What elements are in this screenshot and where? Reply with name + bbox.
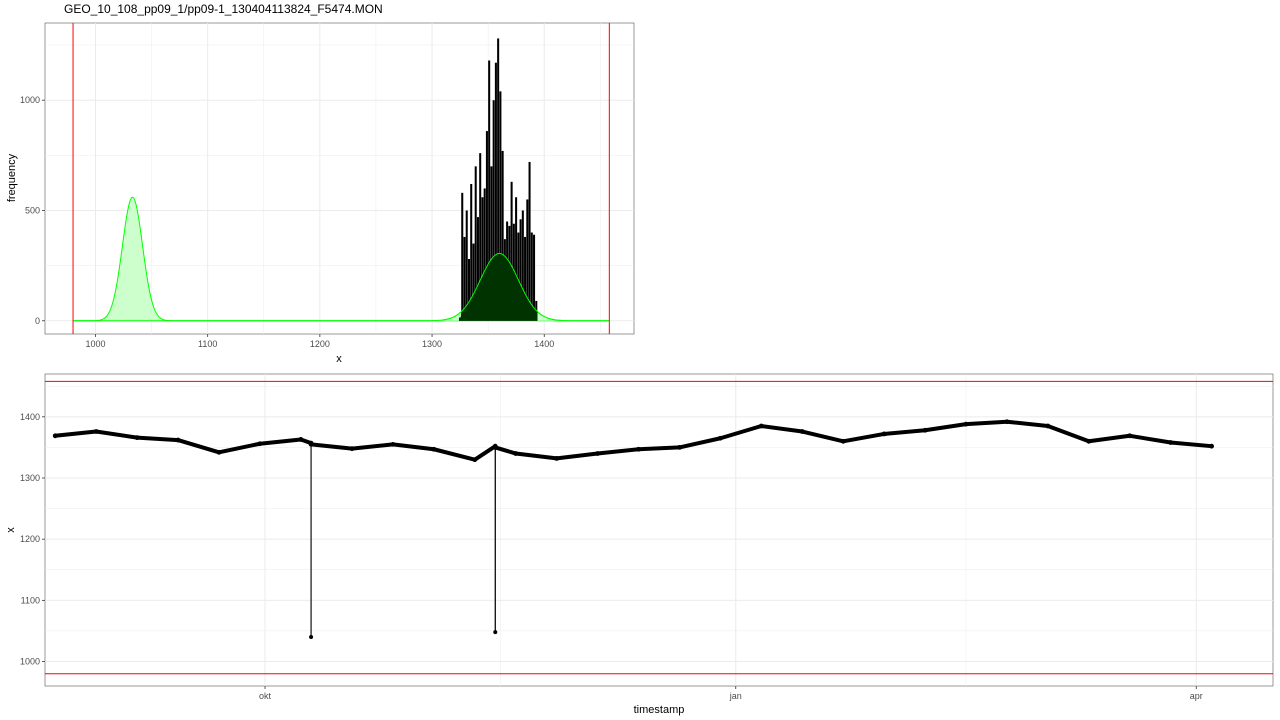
series-segment	[964, 419, 1009, 427]
series-point	[349, 446, 355, 452]
series-point	[636, 446, 641, 452]
series-point	[493, 630, 498, 635]
histogram-x-tick-label: 1400	[534, 339, 554, 349]
histogram-x-tick-label: 1200	[310, 339, 330, 349]
histogram-x-ticks: 1000 1100 1200 1300 1400	[85, 334, 554, 349]
series-point	[257, 441, 263, 447]
series-point	[308, 441, 314, 447]
series-point	[1168, 440, 1174, 445]
histogram-bar	[528, 161, 531, 321]
histogram-x-tick-label: 1300	[422, 339, 442, 349]
series-point	[492, 445, 498, 450]
series-segment	[135, 435, 181, 443]
series-point	[93, 429, 99, 434]
timeseries-x-tick-label: okt	[259, 691, 272, 701]
histogram-x-tick-label: 1100	[198, 339, 217, 349]
timeseries-x-tick-label: apr	[1190, 691, 1203, 701]
series-point	[1004, 419, 1010, 425]
series-point	[52, 433, 58, 439]
series-point	[963, 421, 969, 427]
histogram-y-tick-label: 0	[35, 316, 40, 326]
series-point	[309, 635, 314, 640]
series-point	[758, 423, 764, 429]
timeseries-plot-area	[44, 373, 1274, 687]
timeseries-x-label: timestamp	[634, 704, 685, 716]
histogram-bar	[461, 192, 464, 321]
timeseries-y-ticks: 1000 1100 1200 1300 1400	[20, 412, 45, 667]
histogram-y-ticks: 0 500 1000	[20, 95, 45, 326]
histogram-y-tick-label: 500	[25, 205, 40, 215]
series-point	[175, 437, 181, 443]
series-point	[881, 431, 887, 437]
timeseries-x-ticks: okt jan apr	[259, 686, 1203, 701]
series-point	[554, 456, 560, 461]
histogram-x-tick-label: 1000	[85, 339, 105, 349]
timeseries-y-tick-label: 1100	[21, 595, 40, 605]
timeseries-y-tick-label: 1400	[20, 412, 40, 422]
timeseries-y-tick-label: 1000	[20, 657, 40, 667]
series-point	[1209, 443, 1214, 449]
histogram-y-tick-label: 1000	[20, 95, 40, 105]
series-segment	[636, 445, 682, 452]
timeseries-x-tick-label: jan	[729, 691, 742, 701]
series-point	[431, 446, 437, 452]
series-point	[472, 457, 478, 463]
series-point	[1127, 433, 1133, 439]
series-point	[134, 435, 140, 441]
histogram-x-label: x	[336, 353, 342, 365]
series-point	[1045, 423, 1051, 429]
series-point	[595, 451, 600, 456]
timeseries-y-label: x	[5, 527, 17, 533]
timeseries-y-tick-label: 1200	[20, 534, 40, 544]
series-point	[718, 435, 723, 441]
series-point	[298, 437, 304, 442]
series-point	[799, 429, 805, 434]
series-point	[840, 438, 846, 444]
histogram-title: GEO_10_108_pp09_1/pp09-1_130404113824_F5…	[64, 2, 383, 16]
histogram-y-label: frequency	[6, 153, 18, 202]
series-point	[922, 427, 928, 433]
histogram-panel: 1000 1100 1200 1300 1400 0 500 1000 x frequenc…	[6, 22, 635, 365]
series-point	[1086, 438, 1092, 444]
timeseries-y-tick-label: 1300	[20, 473, 40, 483]
series-point	[677, 445, 682, 450]
series-point	[390, 441, 396, 447]
figure: GEO_10_108_pp09_1/pp09-1_130404113824_F5…	[5, 2, 1274, 716]
series-point	[216, 449, 222, 455]
series-point	[513, 451, 519, 456]
timeseries-panel: okt jan apr 1000 1100 1200 1300 1400 timestamp…	[5, 373, 1274, 716]
